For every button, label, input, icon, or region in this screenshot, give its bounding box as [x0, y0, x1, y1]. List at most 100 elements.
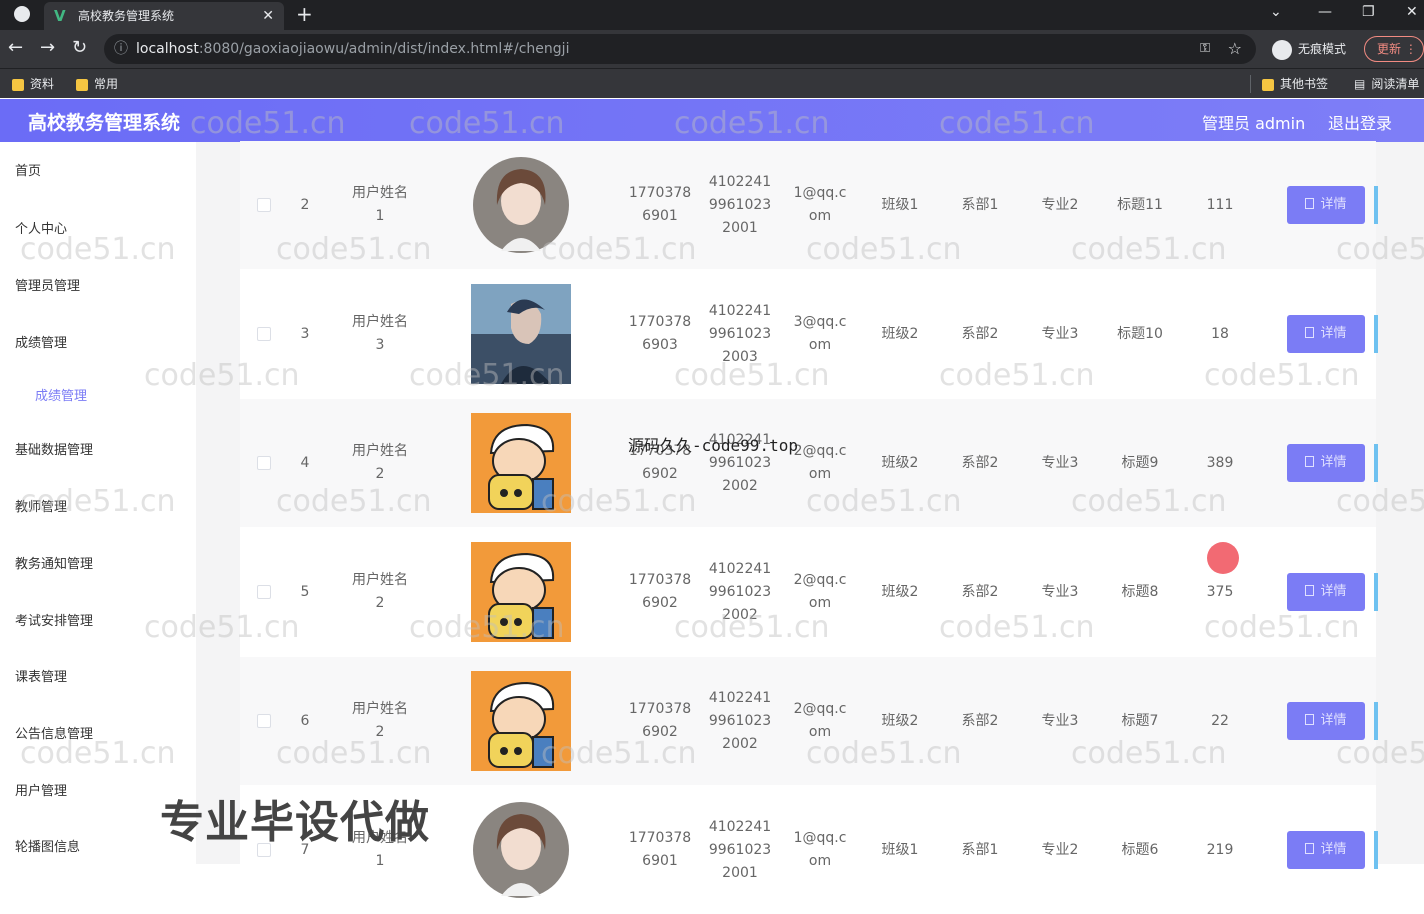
cell-text: 系部2 — [961, 325, 999, 342]
sidebar-item-exams[interactable]: 考试安排管理 — [15, 610, 93, 629]
sidebar-item-timetable[interactable]: 课表管理 — [15, 666, 67, 685]
cell-text: 9961023 — [708, 583, 772, 600]
bookmark-divider — [1250, 75, 1251, 93]
major-cell: 专业3 — [1020, 323, 1100, 346]
sidebar-subitem-grades[interactable]: 成绩管理 — [35, 385, 87, 404]
reading-list[interactable]: ▤ 阅读清单 — [1354, 75, 1419, 93]
major-cell: 专业3 — [1020, 710, 1100, 733]
browser-tab[interactable]: V 高校教务管理系统 ✕ — [44, 2, 284, 30]
cell-text: 1 — [375, 853, 385, 869]
watermark-text: code51.cn — [806, 484, 962, 519]
row-checkbox[interactable] — [257, 456, 271, 470]
department-cell: 系部2 — [940, 323, 1020, 346]
cell-text: 9961023 — [708, 325, 772, 342]
url-field[interactable]: ⓘ localhost:8080/gaoxiaojiaowu/admin/dis… — [104, 34, 1256, 64]
cell-text: 2 — [375, 595, 385, 611]
site-info-icon[interactable]: ⓘ — [114, 34, 128, 64]
reload-icon[interactable]: ↻ — [72, 37, 87, 59]
next-action-button[interactable] — [1374, 573, 1378, 611]
watermark-text: code51.cn — [1336, 484, 1424, 519]
new-tab-icon[interactable]: + — [296, 0, 313, 28]
detail-button[interactable]: 详情 — [1287, 831, 1365, 869]
next-action-button[interactable] — [1374, 186, 1378, 224]
sidebar-item-users[interactable]: 用户管理 — [15, 780, 67, 799]
next-action-button[interactable] — [1374, 444, 1378, 482]
cell-text: 标题10 — [1117, 325, 1163, 342]
sidebar-item-admins[interactable]: 管理员管理 — [15, 275, 80, 294]
title-cell: 标题7 — [1100, 710, 1180, 733]
bookmark-folder-ziliao[interactable]: 资料 — [12, 75, 54, 93]
row-index: 2 — [280, 194, 330, 217]
cell-text: 22 — [1211, 712, 1229, 729]
key-icon[interactable]: ⚿ — [1200, 34, 1210, 64]
cell-text: 4102241 — [708, 173, 772, 190]
watermark-text: code51.cn — [674, 610, 830, 645]
title-cell: 标题9 — [1100, 452, 1180, 475]
score-cell: 18 — [1180, 323, 1260, 346]
sidebar-item-grades[interactable]: 成绩管理 — [15, 332, 67, 351]
watermark-text: code51.cn — [276, 736, 432, 771]
watermark-text: code51.cn — [409, 106, 565, 141]
cell-text: 系部2 — [961, 583, 999, 600]
phone-cell: 1770378 6901 — [620, 182, 700, 228]
watermark-text: code51.cn — [1071, 736, 1227, 771]
cell-text: 1770378 — [628, 830, 692, 846]
cell-text: 9961023 — [708, 841, 772, 858]
detail-button[interactable]: 详情 — [1287, 444, 1365, 482]
document-icon — [1305, 843, 1315, 854]
detail-button[interactable]: 详情 — [1287, 315, 1365, 353]
cell-text: 系部1 — [961, 841, 999, 858]
class-cell: 班级2 — [860, 452, 940, 475]
maximize-icon[interactable]: ❐ — [1362, 0, 1375, 24]
watermark-text: code51.cn — [541, 484, 697, 519]
detail-button[interactable]: 详情 — [1287, 573, 1365, 611]
logout-link[interactable]: 退出登录 — [1328, 110, 1392, 134]
row-checkbox[interactable] — [257, 714, 271, 728]
bookmark-label: 常用 — [94, 77, 119, 91]
row-index: 4 — [280, 452, 330, 475]
class-cell: 班级2 — [860, 581, 940, 604]
row-checkbox[interactable] — [257, 327, 271, 341]
watermark-text: code51.cn — [1204, 610, 1360, 645]
row-checkbox[interactable] — [257, 198, 271, 212]
watermark-text: code51.cn — [674, 106, 830, 141]
cell-text: 2 — [375, 466, 385, 482]
detail-button[interactable]: 详情 — [1287, 702, 1365, 740]
cell-text: 2002 — [722, 477, 758, 494]
watermark-text: code51.cn — [1071, 484, 1227, 519]
cell-text: 3 — [300, 325, 310, 342]
id-number-cell: 4102241 9961023 2001 — [700, 816, 780, 885]
tab-close-icon[interactable]: ✕ — [262, 2, 274, 30]
watermark-text: code51.cn — [190, 106, 346, 141]
sidebar-item-notices[interactable]: 教务通知管理 — [15, 553, 93, 572]
cell-text: 2@qq.c — [793, 572, 847, 588]
bookmark-folder-other[interactable]: 其他书签 — [1262, 75, 1328, 93]
row-checkbox[interactable] — [257, 585, 271, 599]
next-action-button[interactable] — [1374, 831, 1378, 869]
next-action-button[interactable] — [1374, 315, 1378, 353]
tab-search-icon[interactable]: ⌄ — [1270, 0, 1282, 24]
window-close-icon[interactable]: ✕ — [1406, 0, 1418, 24]
next-action-button[interactable] — [1374, 702, 1378, 740]
detail-label: 详情 — [1320, 584, 1347, 599]
bookmark-star-icon[interactable]: ☆ — [1228, 34, 1242, 64]
minimize-icon[interactable]: — — [1318, 0, 1332, 24]
update-button[interactable]: 更新 ⋮ — [1364, 36, 1424, 62]
detail-button[interactable]: 详情 — [1287, 186, 1365, 224]
cell-text: om — [808, 208, 832, 224]
incognito-indicator[interactable]: 无痕模式 — [1272, 38, 1346, 60]
cell-text: 班级2 — [881, 712, 919, 729]
sidebar-item-home[interactable]: 首页 — [15, 160, 41, 179]
bookmark-label: 阅读清单 — [1371, 77, 1420, 91]
score-cell: 219 — [1180, 839, 1260, 862]
sidebar-item-carousel[interactable]: 轮播图信息 — [15, 836, 80, 855]
cell-text: 用户姓名 — [352, 314, 408, 330]
bookmark-label: 资料 — [30, 77, 55, 91]
cell-text: 班级1 — [881, 841, 919, 858]
url-host: localhost — [136, 41, 199, 57]
back-icon[interactable]: ← — [8, 37, 23, 59]
forward-icon[interactable]: → — [40, 37, 55, 59]
cell-text: 专业3 — [1041, 583, 1079, 600]
bookmark-folder-changyong[interactable]: 常用 — [76, 75, 118, 93]
sidebar-item-base-data[interactable]: 基础数据管理 — [15, 439, 93, 458]
